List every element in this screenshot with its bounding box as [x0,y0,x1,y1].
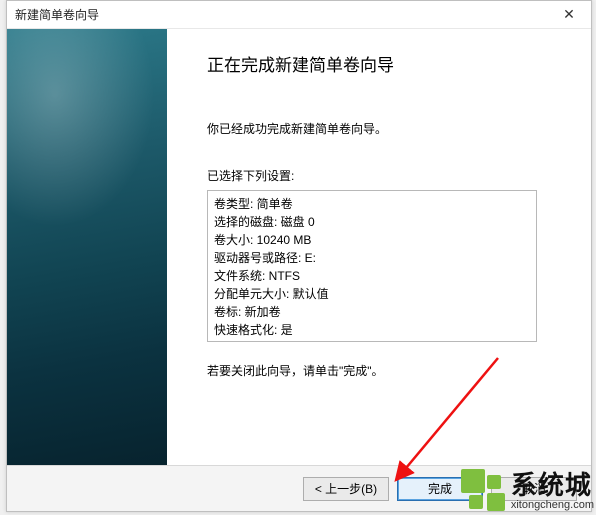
cancel-button[interactable]: 取消 [491,477,577,501]
back-button[interactable]: < 上一步(B) [303,477,389,501]
page-heading: 正在完成新建简单卷向导 [207,51,561,76]
wizard-sidebar-graphic [7,29,167,465]
titlebar: 新建简单卷向导 ✕ [7,1,591,29]
list-item: 分配单元大小: 默认值 [214,285,530,303]
list-item: 卷大小: 10240 MB [214,231,530,249]
close-hint: 若要关闭此向导，请单击"完成"。 [207,362,561,379]
settings-listbox[interactable]: 卷类型: 简单卷 选择的磁盘: 磁盘 0 卷大小: 10240 MB 驱动器号或… [207,190,537,342]
wizard-window: 新建简单卷向导 ✕ 正在完成新建简单卷向导 你已经成功完成新建简单卷向导。 已选… [6,0,592,512]
wizard-body: 正在完成新建简单卷向导 你已经成功完成新建简单卷向导。 已选择下列设置: 卷类型… [7,29,591,465]
settings-label: 已选择下列设置: [207,167,561,184]
list-item: 驱动器号或路径: E: [214,249,530,267]
list-item: 文件系统: NTFS [214,267,530,285]
window-title: 新建简单卷向导 [15,6,547,23]
close-button[interactable]: ✕ [547,1,591,29]
wizard-content: 正在完成新建简单卷向导 你已经成功完成新建简单卷向导。 已选择下列设置: 卷类型… [167,29,591,465]
list-item: 快速格式化: 是 [214,321,530,339]
list-item: 选择的磁盘: 磁盘 0 [214,213,530,231]
list-item: 卷类型: 简单卷 [214,195,530,213]
wizard-footer: < 上一步(B) 完成 取消 [7,465,591,511]
finish-button[interactable]: 完成 [397,477,483,501]
close-icon: ✕ [563,6,575,23]
intro-text: 你已经成功完成新建简单卷向导。 [207,120,561,137]
list-item: 卷标: 新加卷 [214,303,530,321]
